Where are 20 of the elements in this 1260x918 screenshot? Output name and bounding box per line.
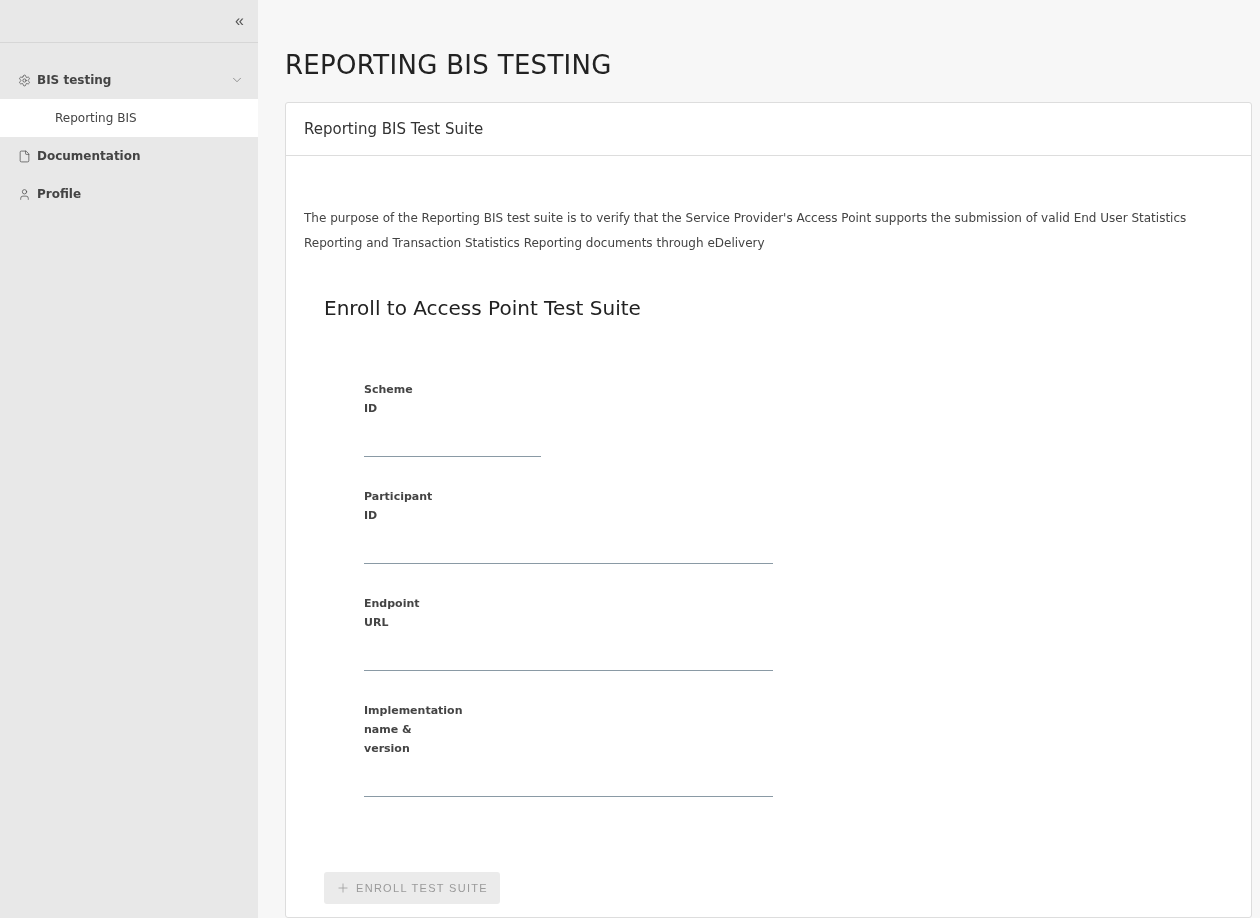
sidebar-subitem[interactable]: Reporting BIS <box>0 99 258 137</box>
gear-icon <box>18 73 31 87</box>
field-label: Endpoint URL <box>364 596 421 631</box>
field-label: Implementation name & version <box>364 703 464 757</box>
sidebar-item[interactable]: BIS testing <box>0 61 258 99</box>
sidebar-item-label: BIS testing <box>37 73 113 87</box>
sidebar-item[interactable]: Documentation <box>0 137 258 175</box>
sidebar-item-label: Profile <box>37 187 83 201</box>
file-icon <box>18 149 31 163</box>
sidebar-item-label: Documentation <box>37 149 142 163</box>
page-title: REPORTING BIS TESTING <box>285 50 613 80</box>
sidebar-item[interactable]: Profile <box>0 175 258 213</box>
user-icon <box>18 187 31 201</box>
collapse-button[interactable]: « <box>235 12 244 30</box>
form-title: Enroll to Access Point Test Suite <box>324 296 642 320</box>
field-label: Participant ID <box>364 489 434 524</box>
card-title: Reporting BIS Test Suite <box>286 103 1251 156</box>
description: The purpose of the Reporting BIS test suite is to verify that the Service Provider's Access Point supports the submission of valid End User Statistics Reporting and Transaction Statistics Reporting documents through eDelivery <box>304 210 1188 252</box>
field-label: Scheme ID <box>364 382 414 417</box>
plus-icon <box>336 881 350 895</box>
